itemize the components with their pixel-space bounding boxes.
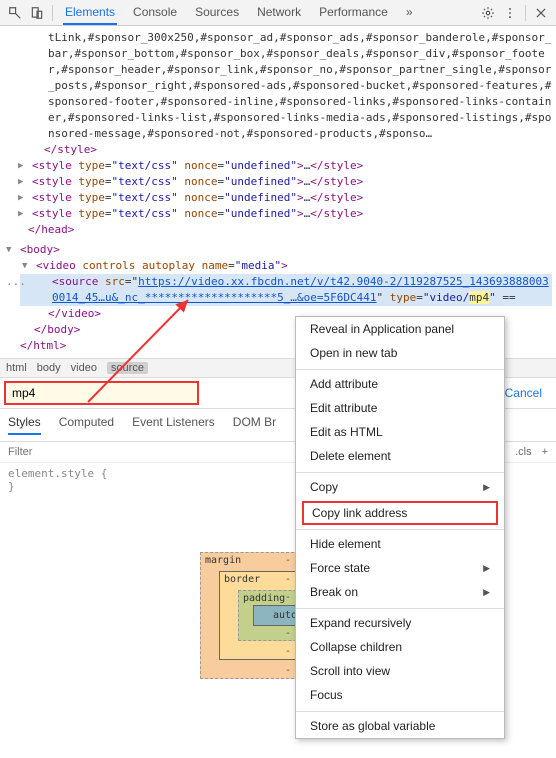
tabs-more[interactable]: »	[404, 1, 415, 25]
tab-dombr[interactable]: DOM Br	[233, 415, 276, 435]
search-input[interactable]	[4, 381, 199, 405]
bm-margin-label: margin	[205, 555, 241, 566]
ctx-open-tab[interactable]: Open in new tab	[296, 341, 504, 365]
bm-padding-label: padding	[243, 593, 285, 604]
panel-tabs: Elements Console Sources Network Perform…	[63, 1, 477, 25]
chevron-down-icon[interactable]	[22, 258, 27, 274]
search-cancel[interactable]: Cancel	[505, 386, 542, 400]
crumb-body[interactable]: body	[37, 362, 61, 374]
ctx-break[interactable]: Break on▶	[296, 580, 504, 604]
toolbar-sep	[52, 5, 53, 21]
devtools-toolbar: Elements Console Sources Network Perform…	[0, 0, 556, 26]
ctx-reveal[interactable]: Reveal in Application panel	[296, 317, 504, 341]
ctx-expand[interactable]: Expand recursively	[296, 608, 504, 635]
ctx-hide[interactable]: Hide element	[296, 529, 504, 556]
search-match: mp4	[469, 291, 489, 304]
inspect-icon[interactable]	[4, 2, 26, 24]
chevron-right-icon[interactable]	[18, 190, 23, 206]
head-close: </head>	[20, 222, 552, 238]
video-close: </video>	[48, 307, 101, 320]
new-rule-icon[interactable]: +	[542, 446, 548, 458]
ctx-scroll[interactable]: Scroll into view	[296, 659, 504, 683]
chevron-down-icon[interactable]	[6, 242, 11, 258]
chevron-right-icon: ▶	[483, 482, 490, 493]
ctx-force[interactable]: Force state▶	[296, 556, 504, 580]
body-close: </body>	[34, 323, 80, 336]
kebab-icon[interactable]	[499, 2, 521, 24]
crumb-html[interactable]: html	[6, 362, 27, 374]
tab-sources[interactable]: Sources	[193, 1, 241, 25]
tab-network[interactable]: Network	[255, 1, 303, 25]
chevron-right-icon[interactable]	[18, 158, 23, 174]
dom-tree[interactable]: tLink,#sponsor_300x250,#sponsor_ad,#spon…	[0, 26, 556, 358]
ctx-copy[interactable]: Copy▶	[296, 472, 504, 499]
ctx-focus[interactable]: Focus	[296, 683, 504, 707]
ctx-add-attr[interactable]: Add attribute	[296, 369, 504, 396]
tab-elements[interactable]: Elements	[63, 1, 117, 25]
ctx-edit-html[interactable]: Edit as HTML	[296, 420, 504, 444]
cls-toggle[interactable]: .cls	[515, 446, 532, 458]
ctx-delete[interactable]: Delete element	[296, 444, 504, 468]
gear-icon[interactable]	[477, 2, 499, 24]
close-icon[interactable]	[530, 2, 552, 24]
chevron-right-icon: ▶	[483, 563, 490, 574]
tab-performance[interactable]: Performance	[317, 1, 390, 25]
crumb-video[interactable]: video	[71, 362, 97, 374]
ctx-store[interactable]: Store as global variable	[296, 711, 504, 738]
source-node[interactable]: <source src="https://video.xx.fbcdn.net/…	[20, 274, 552, 306]
ctx-collapse[interactable]: Collapse children	[296, 635, 504, 659]
chevron-right-icon[interactable]	[18, 206, 23, 222]
context-menu: Reveal in Application panel Open in new …	[295, 316, 505, 739]
tab-computed[interactable]: Computed	[59, 415, 114, 435]
ctx-copy-link[interactable]: Copy link address	[302, 501, 498, 525]
html-close: </html>	[20, 339, 66, 352]
bm-border-label: border	[224, 574, 260, 585]
ctx-edit-attr[interactable]: Edit attribute	[296, 396, 504, 420]
chevron-right-icon[interactable]	[18, 174, 23, 190]
css-text: tLink,#sponsor_300x250,#sponsor_ad,#spon…	[20, 30, 552, 142]
chevron-right-icon: ▶	[483, 587, 490, 598]
crumb-source[interactable]: source	[107, 362, 148, 374]
style-close: </style>	[20, 142, 552, 158]
device-icon[interactable]	[26, 2, 48, 24]
tab-console[interactable]: Console	[131, 1, 179, 25]
tab-styles[interactable]: Styles	[8, 415, 41, 435]
style-nodes: <style type="text/css" nonce="undefined"…	[20, 158, 552, 222]
toolbar-sep	[525, 5, 526, 21]
tab-listeners[interactable]: Event Listeners	[132, 415, 215, 435]
